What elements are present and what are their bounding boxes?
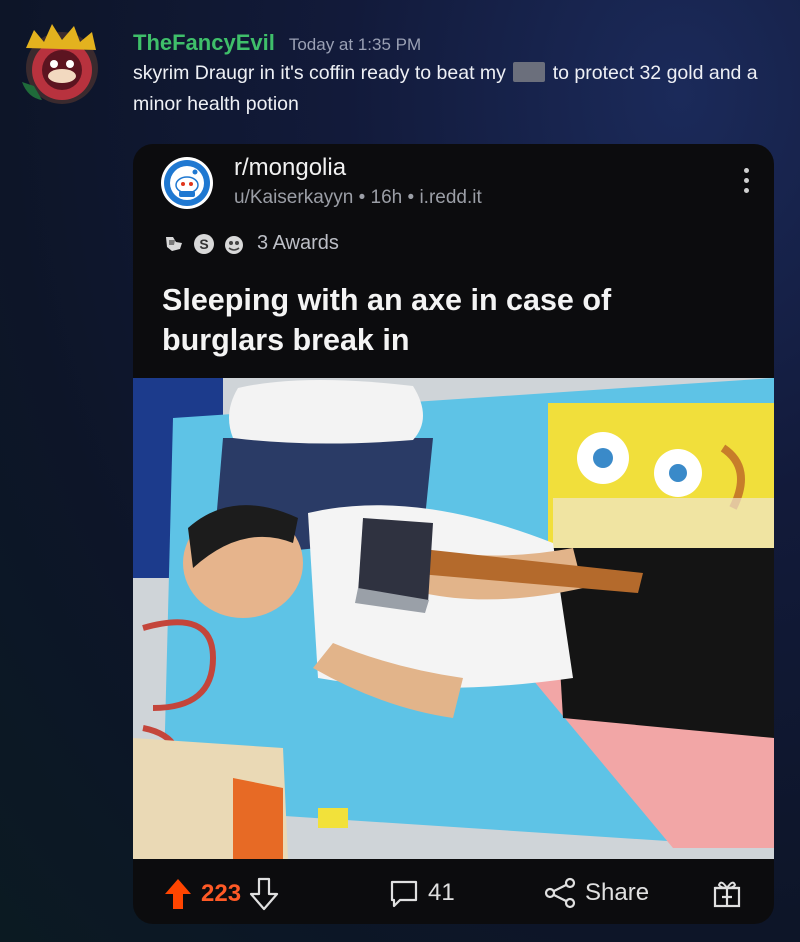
upvote-icon[interactable] (163, 877, 193, 911)
share-label: Share (585, 879, 650, 906)
username[interactable]: TheFancyEvil (133, 30, 275, 56)
message-text: skyrim Draugr in it's coffin ready to be… (133, 58, 773, 120)
post-meta: u/Kaiserkayyn • 16h • i.redd.it (234, 187, 482, 208)
user-avatar[interactable] (18, 18, 104, 106)
gift-icon (713, 881, 741, 908)
award-icon: S (194, 233, 214, 254)
post-title[interactable]: Sleeping with an axe in case of burglars… (162, 280, 722, 360)
post-actions-bar: 223 41 Share (133, 859, 774, 924)
comment-button[interactable]: 41 (388, 877, 455, 909)
awards-row[interactable]: S 3 Awards (163, 232, 339, 255)
downvote-icon[interactable] (249, 877, 279, 911)
awards-count: 3 Awards (257, 232, 339, 254)
share-icon (544, 877, 576, 909)
reddit-post-card[interactable]: r/mongolia u/Kaiserkayyn • 16h • i.redd.… (133, 144, 774, 924)
message-timestamp: Today at 1:35 PM (288, 35, 422, 54)
more-options-icon[interactable] (744, 168, 750, 193)
comment-count: 41 (428, 879, 455, 906)
redacted-word (513, 62, 546, 82)
award-icon (225, 235, 243, 254)
subreddit-name[interactable]: r/mongolia (234, 154, 346, 182)
subreddit-icon[interactable] (161, 157, 213, 209)
award-icon (166, 236, 182, 251)
comment-icon (390, 880, 418, 908)
share-button[interactable]: Share (543, 877, 649, 909)
gift-button[interactable] (711, 877, 743, 909)
upvote-count: 223 (201, 880, 242, 907)
chat-message: TheFancyEvil Today at 1:35 PM skyrim Dra… (133, 30, 773, 120)
post-image[interactable] (133, 378, 774, 859)
svg-text:S: S (199, 236, 208, 252)
vote-group: 223 (163, 877, 279, 911)
message-text-part1: skyrim Draugr in it's coffin ready to be… (133, 62, 512, 84)
